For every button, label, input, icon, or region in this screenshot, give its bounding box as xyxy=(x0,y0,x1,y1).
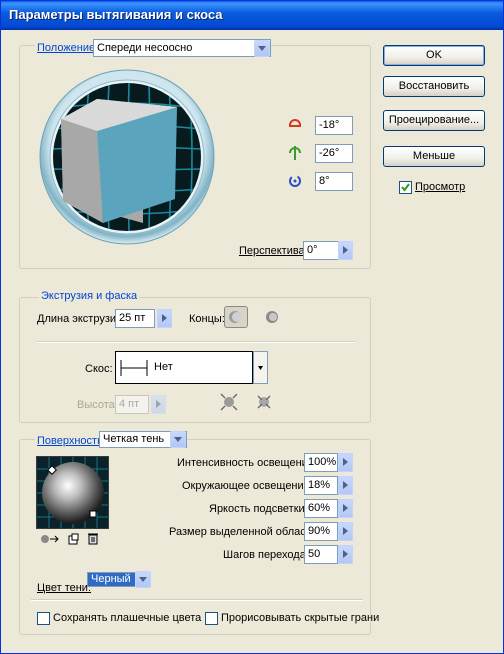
cap-off-icon xyxy=(266,311,278,323)
fewer-options-button[interactable]: Меньше xyxy=(383,146,485,167)
chevron-down-icon[interactable] xyxy=(254,40,270,57)
cap-on-icon xyxy=(229,311,242,323)
blend-steps-slider-button[interactable] xyxy=(338,545,353,564)
shading-color-label: Цвет тени: xyxy=(37,582,92,594)
trash-icon[interactable] xyxy=(87,532,99,545)
extrude-depth-slider-button[interactable] xyxy=(157,309,172,328)
dialog-window: Параметры вытягивания и скоса Положение:… xyxy=(0,0,504,654)
rotation-y-field[interactable]: -26° xyxy=(315,144,353,163)
rotate-x-icon xyxy=(287,117,303,133)
bevel-label: Скос: xyxy=(85,363,113,375)
surface-label: Поверхность: xyxy=(35,435,108,447)
position-preset-select[interactable]: Спереди несоосно xyxy=(93,39,271,57)
perspective-label: Перспектива: xyxy=(239,245,308,257)
chevron-down-icon[interactable] xyxy=(135,571,151,588)
cap-label: Концы: xyxy=(189,313,225,325)
highlight-size-field[interactable]: 90% xyxy=(304,522,338,541)
light-intensity-slider-button[interactable] xyxy=(338,453,353,472)
bevel-extent-in-icon[interactable] xyxy=(253,391,275,413)
blend-steps-field[interactable]: 50 xyxy=(304,545,338,564)
extrude-depth-label: Длина экструзии: xyxy=(37,313,126,325)
rotation-x-field[interactable]: -18° xyxy=(315,116,353,135)
rotation-z-field[interactable]: 8° xyxy=(315,172,353,191)
highlight-intensity-slider-button[interactable] xyxy=(338,499,353,518)
light-intensity-field[interactable]: 100% xyxy=(304,453,338,472)
bevel-height-slider-button[interactable] xyxy=(151,395,166,414)
rotate-y-icon xyxy=(287,145,303,161)
bevel-select[interactable]: Нет xyxy=(115,351,253,384)
surface-separator xyxy=(31,599,363,601)
reset-button[interactable]: Восстановить xyxy=(383,76,485,97)
extrude-bevel-legend: Экструзия и фаска xyxy=(39,290,140,302)
title-bar[interactable]: Параметры вытягивания и скоса xyxy=(1,1,503,30)
highlight-intensity-label: Яркость подсветки: xyxy=(209,503,308,515)
highlight-intensity-field[interactable]: 60% xyxy=(304,499,338,518)
extrude-separator xyxy=(37,341,355,343)
preserve-spot-colors-checkbox[interactable] xyxy=(37,612,50,625)
track-cube-widget[interactable] xyxy=(39,69,215,245)
bevel-dropdown-button[interactable] xyxy=(253,351,268,384)
checkmark-icon xyxy=(401,183,410,192)
ambient-light-slider-button[interactable] xyxy=(338,476,353,495)
rotate-z-icon xyxy=(287,173,303,189)
chevron-down-icon[interactable] xyxy=(170,431,186,448)
ambient-light-field[interactable]: 18% xyxy=(304,476,338,495)
cap-on-button[interactable] xyxy=(224,306,248,328)
perspective-slider-button[interactable] xyxy=(338,241,353,260)
move-light-back-icon[interactable] xyxy=(39,534,61,544)
new-light-icon[interactable] xyxy=(67,533,79,545)
highlight-size-slider-button[interactable] xyxy=(338,522,353,541)
shading-color-select[interactable]: Черный xyxy=(87,572,137,587)
position-preset-value: Спереди несоосно xyxy=(97,42,193,54)
ok-button[interactable]: OK xyxy=(383,45,485,66)
position-label: Положение: xyxy=(35,42,101,54)
track-cube-svg[interactable] xyxy=(39,69,215,245)
map-art-button[interactable]: Проецирование... xyxy=(383,110,485,131)
bevel-preview-icon xyxy=(120,360,148,376)
chevron-down-icon xyxy=(258,366,263,370)
cap-off-button[interactable] xyxy=(261,307,283,327)
light-intensity-label: Интенсивность освещения: xyxy=(177,457,317,469)
bevel-height-label: Высота: xyxy=(77,399,118,411)
extrude-depth-field[interactable]: 25 пт xyxy=(115,309,155,328)
perspective-field[interactable]: 0° xyxy=(303,241,339,260)
bevel-extent-out-icon[interactable] xyxy=(218,391,240,413)
blend-steps-label: Шагов перехода: xyxy=(223,549,309,561)
highlight-size-label: Размер выделенной области: xyxy=(169,526,320,538)
ambient-light-label: Окружающее освещение: xyxy=(182,480,313,492)
draw-hidden-faces-checkbox[interactable] xyxy=(205,612,218,625)
preview-checkbox[interactable] xyxy=(399,181,412,194)
lighting-sphere-preview[interactable] xyxy=(36,456,109,529)
bevel-height-field[interactable]: 4 пт xyxy=(115,395,149,414)
preserve-spot-colors-label[interactable]: Сохранять плашечные цвета xyxy=(53,612,201,624)
window-title: Параметры вытягивания и скоса xyxy=(9,7,223,22)
preview-label[interactable]: Просмотр xyxy=(415,181,465,193)
draw-hidden-faces-label[interactable]: Прорисовывать скрытые грани xyxy=(221,612,379,624)
